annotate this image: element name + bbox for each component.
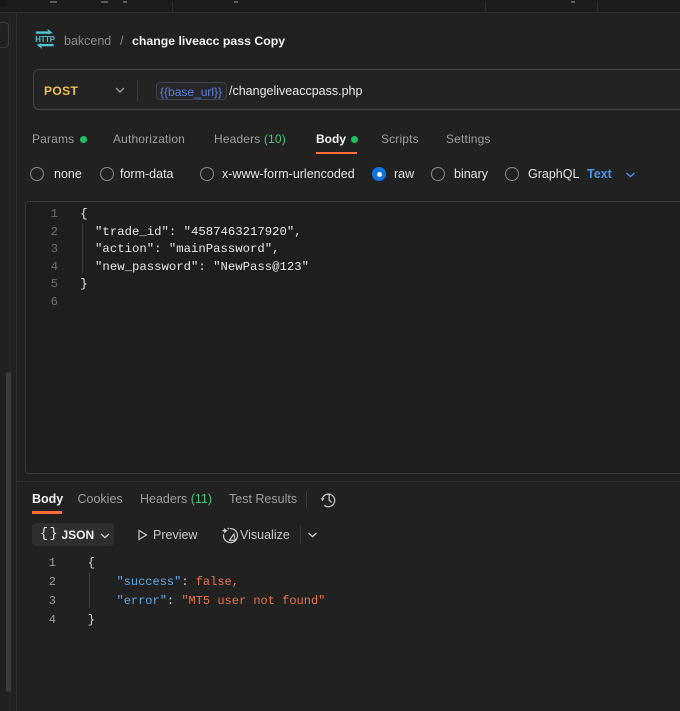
svg-text:HTTP: HTTP (35, 35, 55, 44)
